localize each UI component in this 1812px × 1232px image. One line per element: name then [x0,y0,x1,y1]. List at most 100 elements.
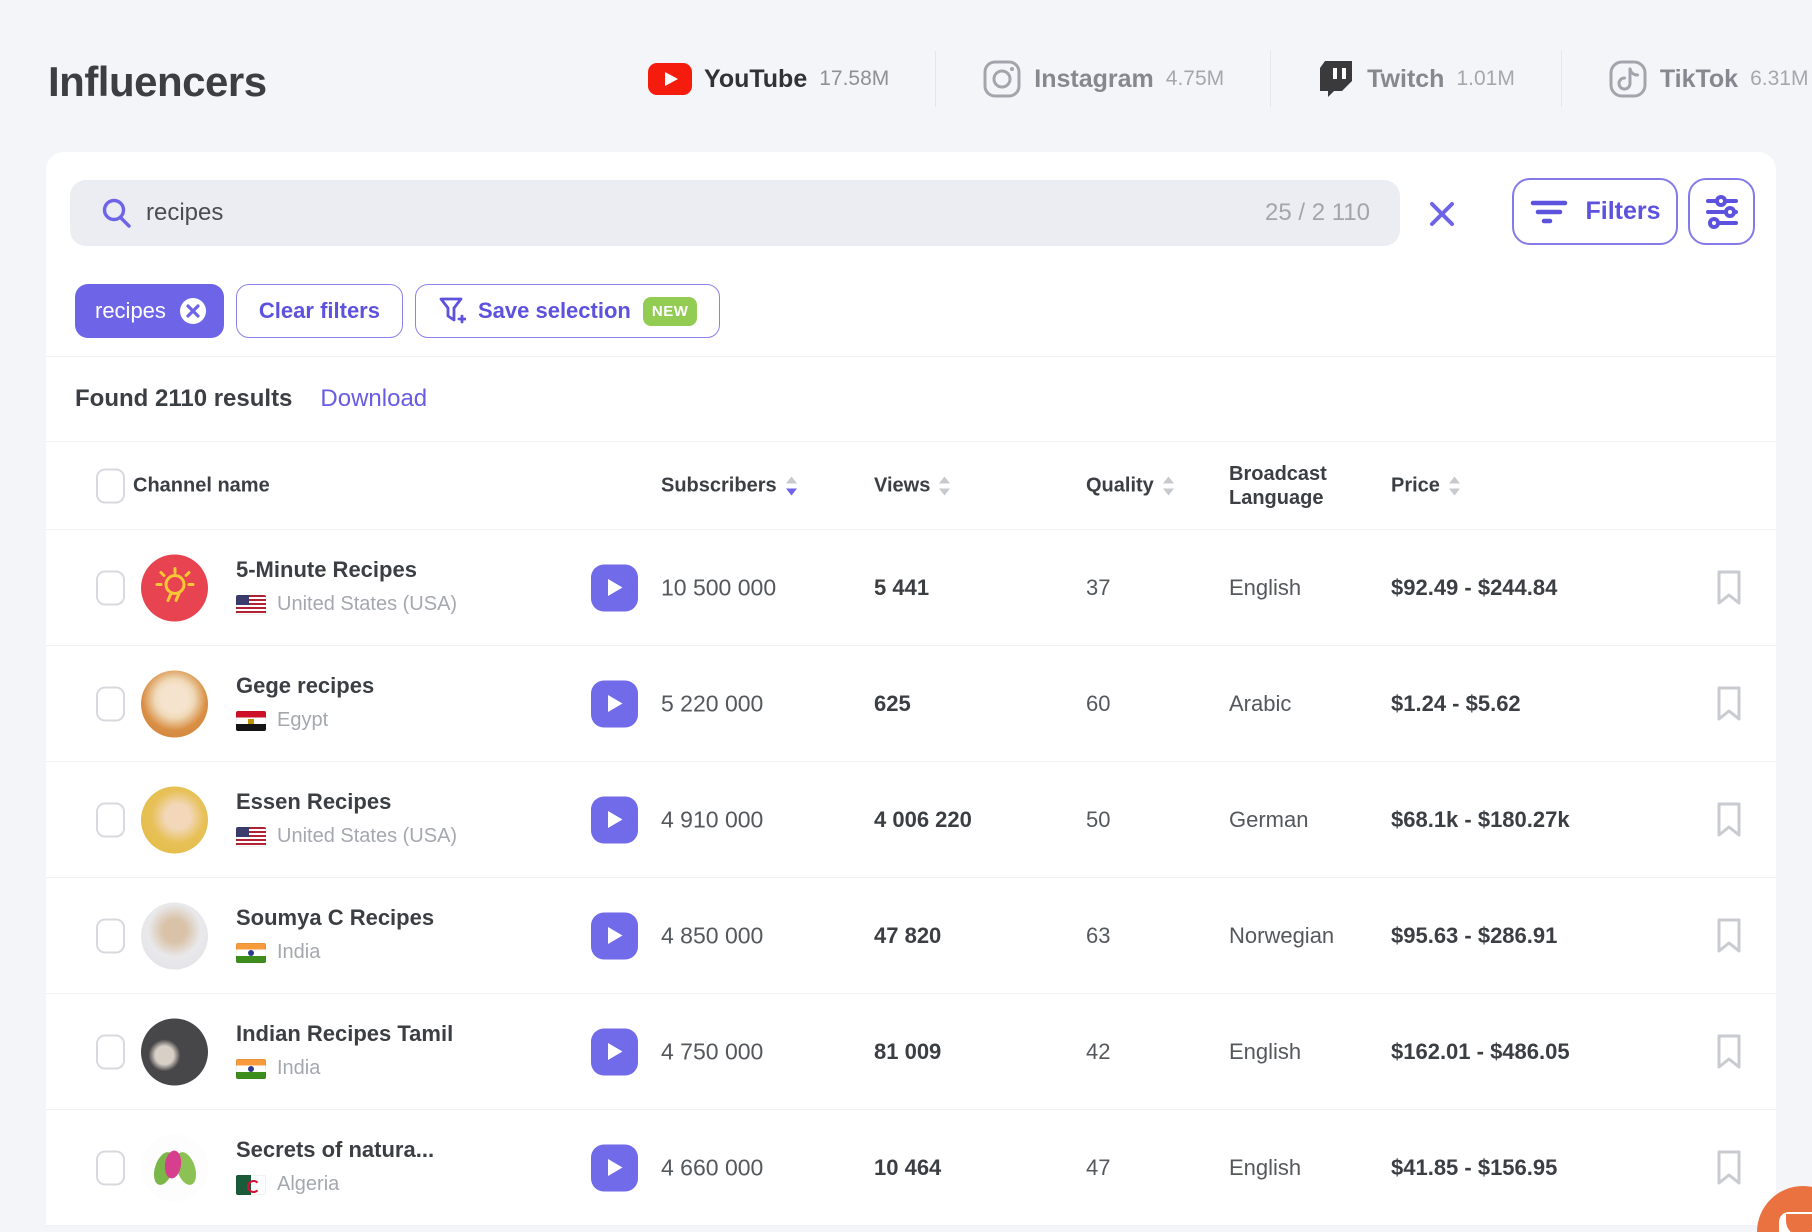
bookmark-button[interactable] [1714,917,1744,955]
save-selection-button[interactable]: Save selection NEW [414,284,721,338]
row-checkbox[interactable] [96,686,125,721]
language-value: English [1229,574,1302,600]
bookmark-button[interactable] [1714,1149,1744,1187]
column-subscribers[interactable]: Subscribers [661,474,798,497]
quality-value: 63 [1086,922,1111,948]
youtube-icon [648,63,692,95]
tab-tiktok[interactable]: TikTok 6.31M [1560,51,1812,107]
row-checkbox[interactable] [96,1034,125,1069]
sliders-icon [1702,192,1742,232]
price-value: $95.63 - $286.91 [1391,922,1558,948]
column-label: Subscribers [661,474,777,496]
search-input[interactable] [134,199,1266,227]
channel-avatar [141,902,208,969]
new-badge: NEW [642,296,698,326]
channel-name[interactable]: Essen Recipes [236,789,391,815]
table-row[interactable]: Gege recipes Egypt 5 220 000 625 60 Arab… [46,646,1776,762]
search-result-counter: 25 / 2 110 [1265,199,1370,226]
channel-name[interactable]: Secrets of natura... [236,1137,434,1163]
search-bar: 25 / 2 110 [70,180,1400,246]
tab-twitch[interactable]: Twitch 1.01M [1270,51,1561,107]
row-checkbox[interactable] [96,918,125,953]
tab-count: 6.31M [1750,67,1809,90]
youtube-play-button[interactable] [591,680,638,727]
country-label: Egypt [277,709,329,731]
subscribers-value: 4 750 000 [661,1038,764,1064]
language-value: German [1229,806,1309,832]
youtube-play-button[interactable] [591,1028,638,1075]
table-row[interactable]: Secrets of natura... Algeria 4 660 000 1… [46,1110,1776,1226]
views-value: 81 009 [874,1038,942,1064]
sort-icon-subscribers-desc [785,476,797,495]
clear-filters-button[interactable]: Clear filters [235,284,403,338]
channel-country: United States (USA) [236,825,457,848]
column-price[interactable]: Price [1391,474,1461,497]
channel-name[interactable]: Soumya C Recipes [236,905,434,931]
bookmark-button[interactable] [1714,1033,1744,1071]
table-row[interactable]: Indian Recipes Tamil India 4 750 000 81 … [46,994,1776,1110]
subscribers-value: 5 220 000 [661,690,764,716]
tab-label: TikTok [1659,64,1739,93]
country-label: Algeria [277,1173,340,1195]
sort-icon [1162,476,1174,495]
table-row[interactable]: Soumya C Recipes India 4 850 000 47 820 … [46,878,1776,994]
column-views[interactable]: Views [874,474,951,497]
chat-smile-icon [1779,1212,1812,1232]
flag-icon-usa [236,594,266,615]
tab-youtube[interactable]: YouTube 17.58M [648,51,935,107]
tiktok-icon [1608,59,1648,99]
country-label: India [277,941,321,963]
language-value: Norwegian [1229,922,1335,948]
views-value: 47 820 [874,922,942,948]
clear-search-button[interactable] [1420,192,1464,236]
search-settings-button[interactable] [1688,178,1755,245]
results-summary: Found 2110 results [75,385,293,412]
views-value: 10 464 [874,1154,942,1180]
language-value: English [1229,1038,1302,1064]
channel-avatar [141,1018,208,1085]
instagram-icon [982,59,1022,99]
results-summary-row: Found 2110 results Download [46,356,1776,442]
select-all-checkbox[interactable] [96,468,125,503]
filters-button[interactable]: Filters [1512,178,1678,245]
clear-filters-label: Clear filters [258,298,380,323]
channel-country: Egypt [236,709,328,732]
youtube-play-button[interactable] [591,796,638,843]
download-link[interactable]: Download [320,385,427,413]
filter-lines-icon [1529,197,1569,227]
bookmark-button[interactable] [1714,569,1744,607]
channel-name[interactable]: 5-Minute Recipes [236,557,417,583]
subscribers-value: 4 660 000 [661,1154,764,1180]
price-value: $162.01 - $486.05 [1391,1038,1570,1064]
table-row[interactable]: 5-Minute Recipes United States (USA) 10 … [46,530,1776,646]
tab-count: 1.01M [1456,67,1515,90]
row-checkbox[interactable] [96,1150,125,1185]
language-value: Arabic [1229,690,1292,716]
country-label: United States (USA) [277,825,458,847]
youtube-play-button[interactable] [591,564,638,611]
table-row[interactable]: Essen Recipes United States (USA) 4 910 … [46,762,1776,878]
filter-chip-recipes[interactable]: recipes [75,284,224,338]
column-label: Price [1391,474,1440,496]
bookmark-button[interactable] [1714,801,1744,839]
views-value: 4 006 220 [874,806,972,832]
bookmark-button[interactable] [1714,685,1744,723]
youtube-play-button[interactable] [591,1144,638,1191]
channel-name[interactable]: Indian Recipes Tamil [236,1021,453,1047]
price-value: $68.1k - $180.27k [1391,806,1570,832]
flag-icon-algeria [236,1174,266,1195]
flag-icon-usa [236,826,266,847]
language-value: English [1229,1154,1302,1180]
youtube-play-button[interactable] [591,912,638,959]
funnel-plus-icon [438,295,466,327]
remove-chip-icon[interactable] [178,296,208,326]
twitch-icon [1317,59,1355,99]
quality-value: 50 [1086,806,1111,832]
sort-icon [939,476,951,495]
column-quality[interactable]: Quality [1086,474,1175,497]
row-checkbox[interactable] [96,570,125,605]
row-checkbox[interactable] [96,802,125,837]
channel-name[interactable]: Gege recipes [236,673,374,699]
tab-instagram[interactable]: Instagram 4.75M [935,51,1270,107]
column-channel-name: Channel name [133,474,270,496]
